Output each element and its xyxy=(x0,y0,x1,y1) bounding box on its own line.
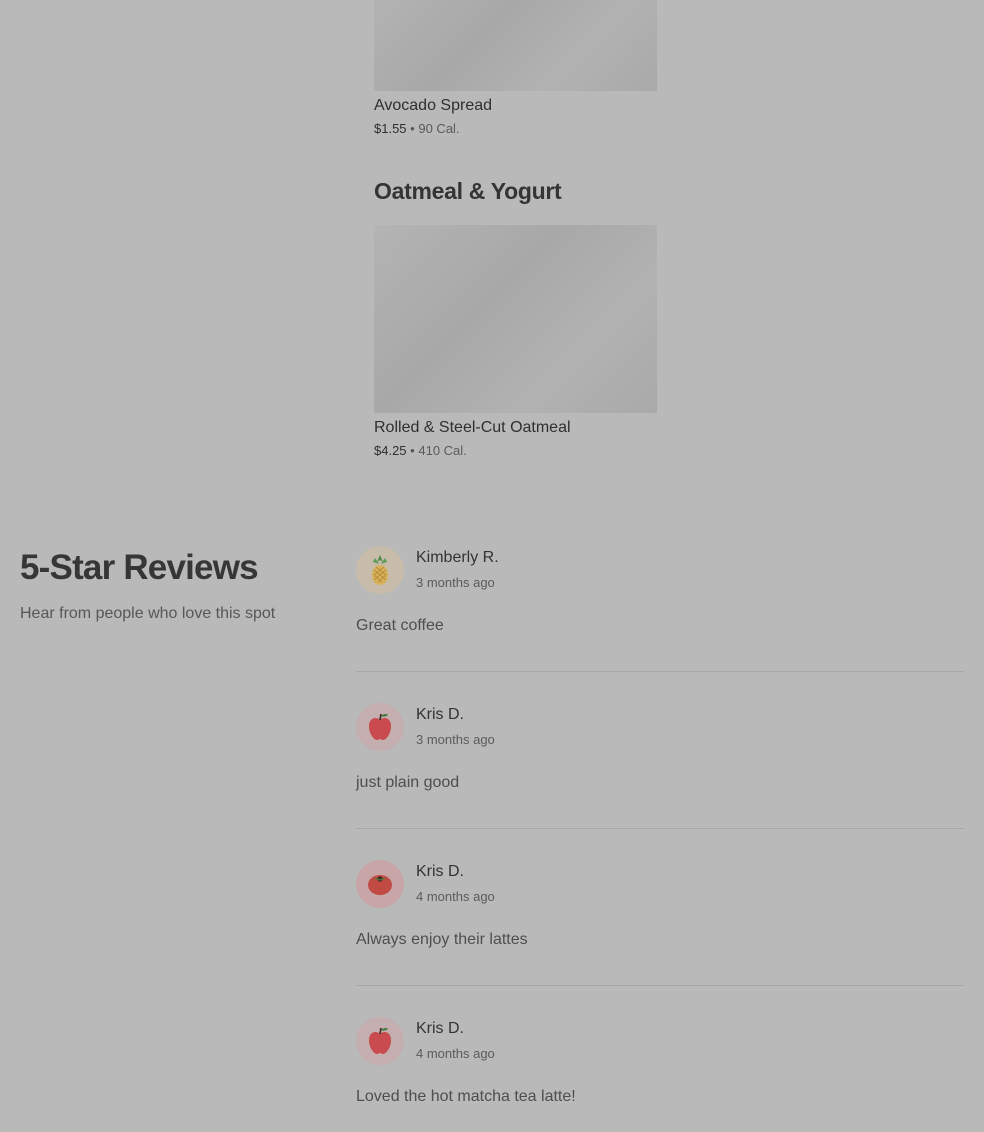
menu-item-calories: 410 Cal. xyxy=(418,443,467,458)
review-text: Loved the hot matcha tea latte! xyxy=(356,1088,576,1105)
reviewer-name: Kris D. xyxy=(416,1020,464,1037)
tomato-icon xyxy=(368,875,392,895)
menu-item-image xyxy=(374,225,657,413)
section-heading: Oatmeal & Yogurt xyxy=(374,178,562,204)
avatar xyxy=(356,860,404,908)
menu-item-price: $1.55 xyxy=(374,121,407,136)
review-text: Always enjoy their lattes xyxy=(356,931,528,948)
menu-item-oatmeal[interactable]: Rolled & Steel-Cut Oatmeal $4.25 • 410 C… xyxy=(374,225,657,459)
reviewer-name: Kimberly R. xyxy=(416,549,499,566)
divider xyxy=(356,828,964,829)
review-date: 3 months ago xyxy=(416,732,495,747)
menu-item-price: $4.25 xyxy=(374,443,407,458)
avatar xyxy=(356,1017,404,1065)
separator-dot: • xyxy=(410,121,415,136)
avatar xyxy=(356,703,404,751)
menu-item-image xyxy=(374,0,657,91)
menu-item-calories: 90 Cal. xyxy=(418,121,460,136)
menu-item-avocado-spread[interactable]: Avocado Spread $1.55 • 90 Cal. xyxy=(374,0,657,137)
menu-item-name: Avocado Spread xyxy=(374,97,493,114)
menu-item-meta: $4.25 • 410 Cal. xyxy=(374,443,657,459)
divider xyxy=(356,985,964,986)
apple-icon xyxy=(369,1027,391,1054)
review-date: 4 months ago xyxy=(416,1046,495,1061)
apple-icon xyxy=(369,713,391,740)
reviewer-name: Kris D. xyxy=(416,706,464,723)
divider xyxy=(356,671,964,672)
avatar xyxy=(356,546,404,594)
review-date: 3 months ago xyxy=(416,575,495,590)
reviewer-name: Kris D. xyxy=(416,863,464,880)
menu-item-name: Rolled & Steel-Cut Oatmeal xyxy=(374,419,571,436)
reviews-title: 5-Star Reviews xyxy=(20,548,259,587)
reviews-subtitle: Hear from people who love this spot xyxy=(20,605,276,622)
separator-dot: • xyxy=(410,443,415,458)
review-text: just plain good xyxy=(356,774,460,791)
review-date: 4 months ago xyxy=(416,889,495,904)
menu-item-meta: $1.55 • 90 Cal. xyxy=(374,121,657,137)
review-text: Great coffee xyxy=(356,617,444,634)
pineapple-icon xyxy=(372,555,388,585)
